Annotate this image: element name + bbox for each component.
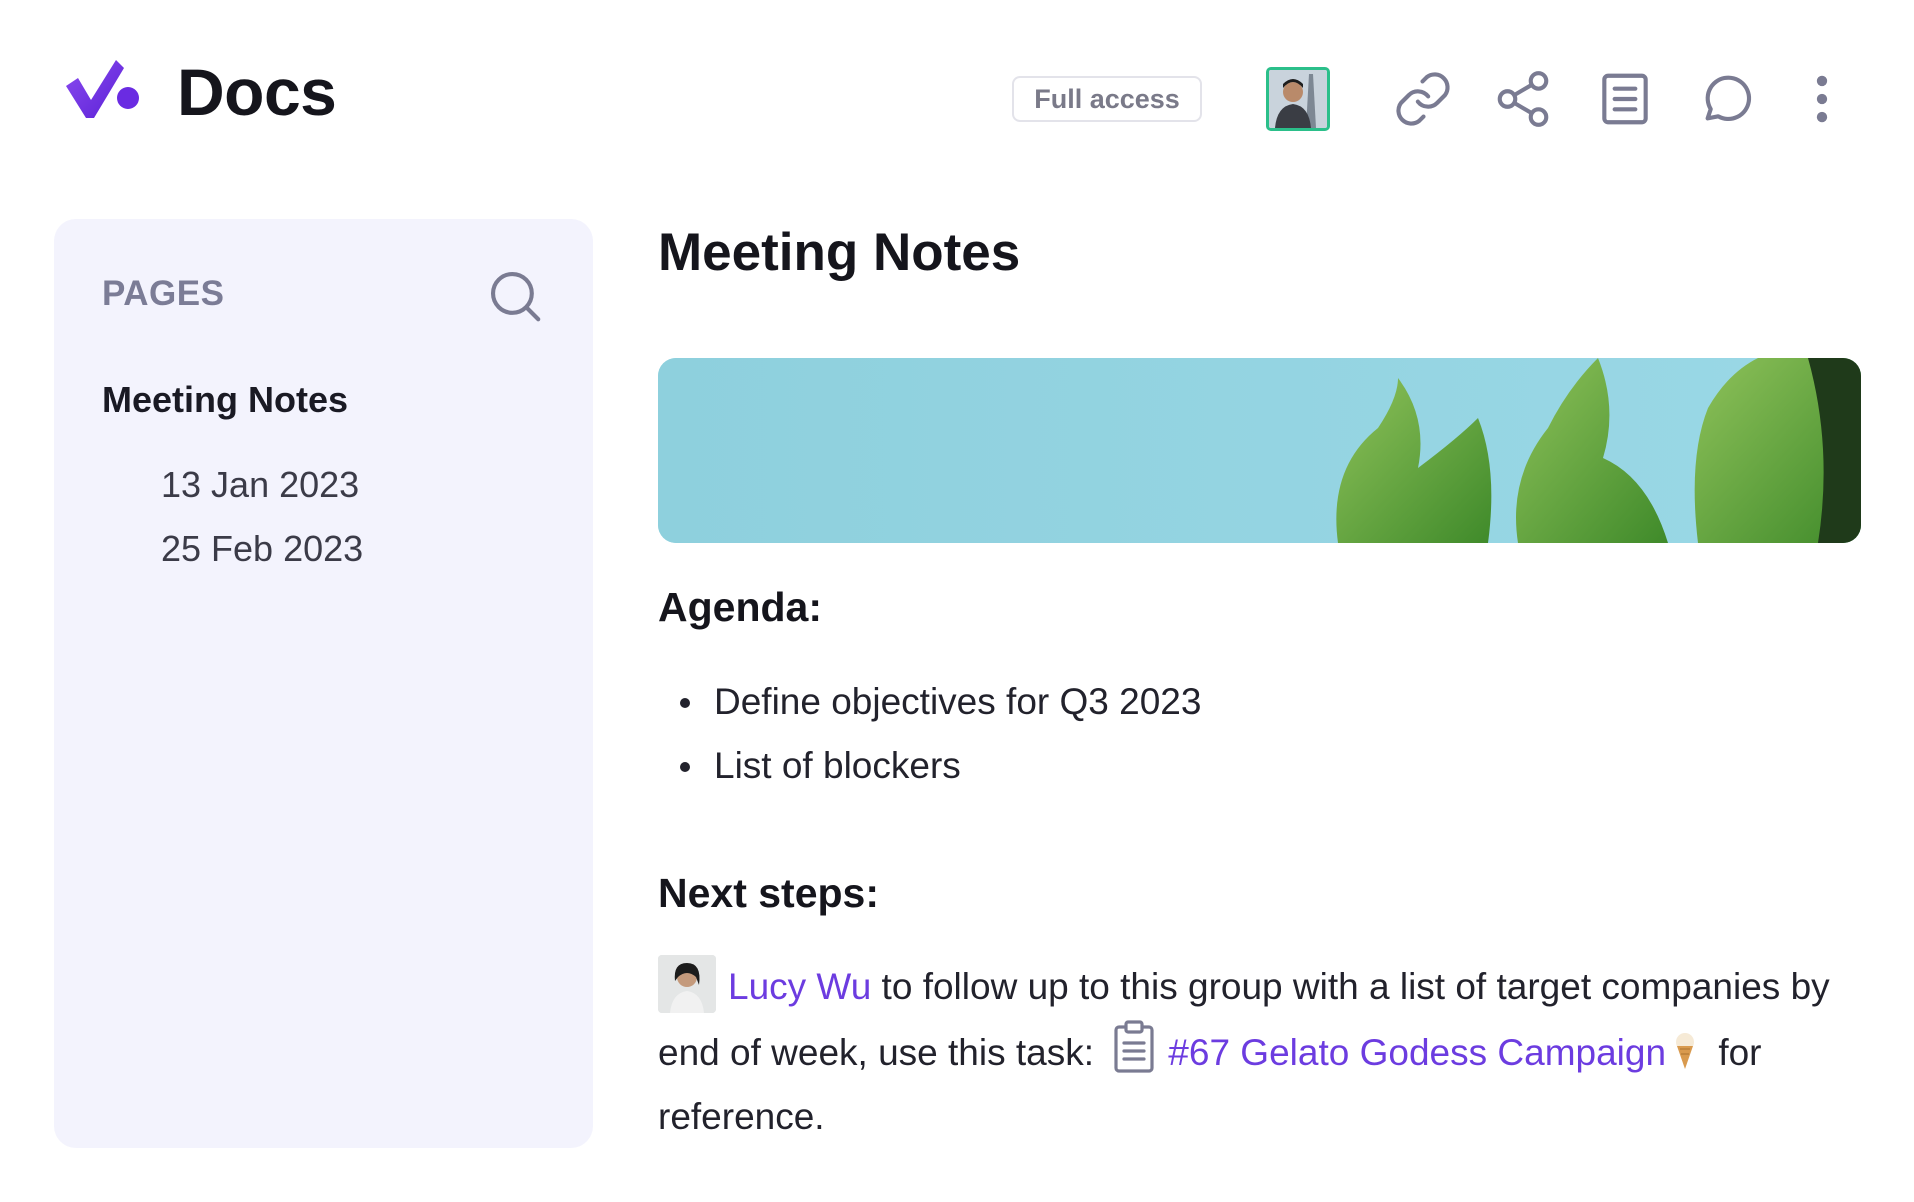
link-icon[interactable] xyxy=(1392,68,1454,130)
document-list-icon[interactable] xyxy=(1594,68,1656,130)
sidebar: PAGES Meeting Notes 13 Jan 2023 25 Feb 2… xyxy=(54,219,593,1148)
docs-app: Docs Full access PAGES Meeting Notes 13 … xyxy=(0,0,1914,1202)
agenda-list: Define objectives for Q3 2023 List of bl… xyxy=(680,670,1201,798)
sidebar-subitem-25-feb-2023[interactable]: 25 Feb 2023 xyxy=(161,528,363,570)
cactus-cover-image xyxy=(658,358,1861,543)
clipboard-icon xyxy=(1112,1019,1156,1073)
ice-cream-icon xyxy=(1670,1027,1700,1069)
task-link[interactable]: #67 Gelato Godess Campaign xyxy=(1168,1032,1666,1073)
more-vertical-icon[interactable] xyxy=(1800,68,1844,130)
next-steps-paragraph[interactable]: Lucy Wu to follow up to this group with … xyxy=(658,955,1898,1149)
document-title[interactable]: Meeting Notes xyxy=(658,222,1020,283)
agenda-item[interactable]: List of blockers xyxy=(680,734,1201,798)
sidebar-item-meeting-notes[interactable]: Meeting Notes xyxy=(102,379,348,421)
agenda-item[interactable]: Define objectives for Q3 2023 xyxy=(680,670,1201,734)
user-avatar[interactable] xyxy=(1266,67,1330,131)
docs-logo-icon[interactable] xyxy=(64,56,144,122)
sidebar-subitem-13-jan-2023[interactable]: 13 Jan 2023 xyxy=(161,464,359,506)
app-title: Docs xyxy=(177,55,337,129)
sidebar-heading: PAGES xyxy=(102,274,225,313)
next-steps-heading: Next steps: xyxy=(658,870,880,916)
access-badge[interactable]: Full access xyxy=(1012,76,1202,122)
agenda-heading: Agenda: xyxy=(658,584,822,630)
search-icon[interactable] xyxy=(484,265,546,327)
comment-icon[interactable] xyxy=(1696,68,1758,130)
mention-link-lucy-wu[interactable]: Lucy Wu xyxy=(728,966,871,1007)
mention-avatar[interactable] xyxy=(658,955,716,1013)
share-icon[interactable] xyxy=(1492,68,1554,130)
